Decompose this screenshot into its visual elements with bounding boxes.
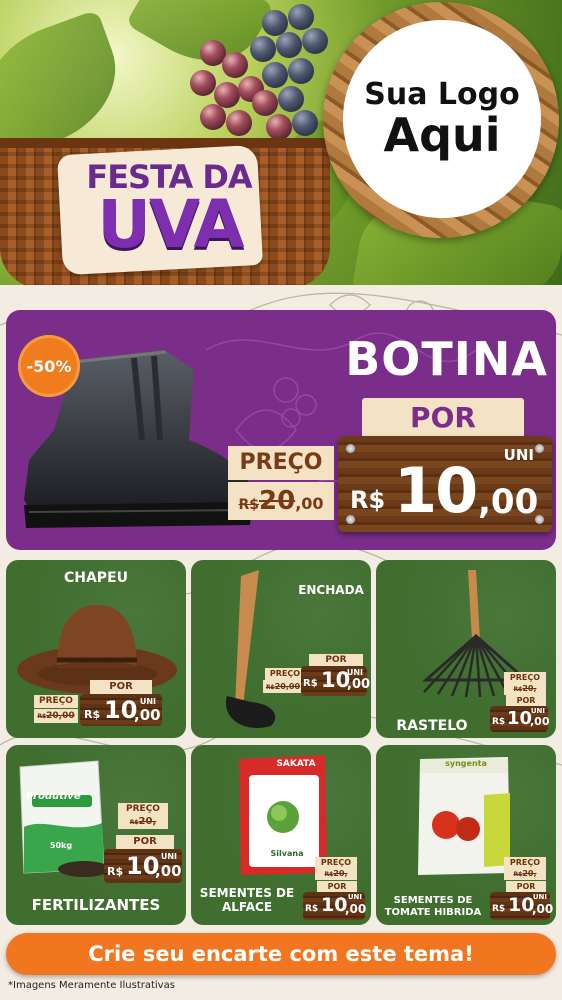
por-label: POR <box>116 835 174 849</box>
featured-por-label: POR <box>362 398 524 438</box>
old-price-currency: R$ <box>238 497 259 513</box>
logo-text-line1: Sua Logo <box>364 77 520 113</box>
preco-label: PREÇO <box>315 857 357 868</box>
package-sub: Silvana <box>270 849 304 858</box>
package-brand: Produtive <box>26 791 81 802</box>
package-brand: syngenta <box>445 759 487 768</box>
create-flyer-button[interactable]: Crie seu encarte com este tema! <box>6 933 556 975</box>
old-price: R$20,00 <box>263 680 303 693</box>
product-card-enchada[interactable]: ENCHADA PREÇO R$20,00 POR UNI R$ 10 ,00 <box>191 560 371 738</box>
product-card-fertilizantes[interactable]: Produtive 50kg PREÇO R$20, POR UNI R$ 10… <box>6 745 186 925</box>
screw-icon <box>346 444 355 453</box>
price-board: UNI R$ 10 ,00 <box>80 694 162 726</box>
product-name-line1: SEMENTES DE <box>393 895 473 906</box>
old-price: R$20,00 <box>34 709 78 723</box>
preco-label: PREÇO <box>265 668 305 680</box>
price-currency: R$ <box>350 486 386 514</box>
price-unit: UNI <box>503 446 534 464</box>
discount-badge: -50% <box>18 335 80 397</box>
price-board: UNI R$ 10 ,00 <box>303 892 366 920</box>
por-label: POR <box>309 654 363 666</box>
featured-product-name: BOTINA <box>345 332 548 386</box>
featured-preco-label: PREÇO <box>228 446 334 480</box>
disclaimer: *Imagens Meramente Ilustrativas <box>8 980 175 991</box>
preco-label: PREÇO <box>504 672 546 683</box>
featured-price-board: UNI R$ 10 ,00 <box>338 436 552 532</box>
preco-label: PREÇO <box>118 803 168 815</box>
screw-icon <box>346 515 355 524</box>
price-board: UNI R$ 10 ,00 <box>490 892 553 920</box>
product-card-rastelo[interactable]: RASTELO PREÇO R$20, POR UNI R$ 10 ,00 <box>376 560 556 738</box>
old-price-int: 20 <box>259 486 296 516</box>
page-title-line2: UVA <box>97 186 244 263</box>
price-dec: ,00 <box>478 482 539 522</box>
old-price: R$20, <box>118 815 168 829</box>
hoe-image <box>225 570 276 728</box>
screw-icon <box>535 444 544 453</box>
old-price: R$20, <box>504 868 546 880</box>
product-name: RASTELO <box>396 718 468 734</box>
product-card-chapeu[interactable]: CHAPEU PREÇO R$20,00 POR UNI R$ 10 ,00 <box>6 560 186 738</box>
seed-packet-tomate-image <box>418 757 510 875</box>
product-name-line2: ALFACE <box>221 899 273 914</box>
por-label: POR <box>317 881 357 892</box>
old-price-dec: ,00 <box>295 494 324 513</box>
featured-old-price: R$20,00 <box>228 482 334 520</box>
product-name-line1: SEMENTES DE <box>199 886 295 900</box>
product-name: SEMENTES DE ALFACE <box>191 886 303 915</box>
package-brand: SAKATA <box>276 759 316 769</box>
por-label: POR <box>506 695 546 706</box>
price-board: UNI R$ 10 ,00 <box>490 706 550 732</box>
product-name: SEMENTES DE TOMATE HIBRIDA <box>376 895 490 918</box>
logo-text-line2: Aqui <box>383 108 501 163</box>
price-board: UNI R$ 10 ,00 <box>301 666 370 696</box>
por-label: POR <box>90 680 152 694</box>
price-int: 10 <box>394 454 478 527</box>
package-weight: 50kg <box>49 841 73 850</box>
preco-label: PREÇO <box>34 695 78 708</box>
preco-label: PREÇO <box>504 857 546 868</box>
product-card-sementes-alface[interactable]: SAKATA Silvana PREÇO R$20, POR UNI R$ 10… <box>191 745 371 925</box>
product-name-line2: TOMATE HIBRIDA <box>384 906 482 918</box>
product-card-sementes-tomate[interactable]: syngenta PREÇO R$20, POR UNI R$ 10 ,00 S… <box>376 745 556 925</box>
price-board: UNI R$ 10 ,00 <box>104 849 182 883</box>
logo-placeholder[interactable]: Sua Logo Aqui <box>343 20 541 218</box>
product-name: FERTILIZANTES <box>31 896 161 914</box>
old-price: R$20, <box>315 868 357 880</box>
por-label: POR <box>506 881 546 892</box>
old-price: R$20, <box>504 683 546 695</box>
product-name: CHAPEU <box>63 570 129 586</box>
fertilizer-bag-image <box>19 760 110 877</box>
